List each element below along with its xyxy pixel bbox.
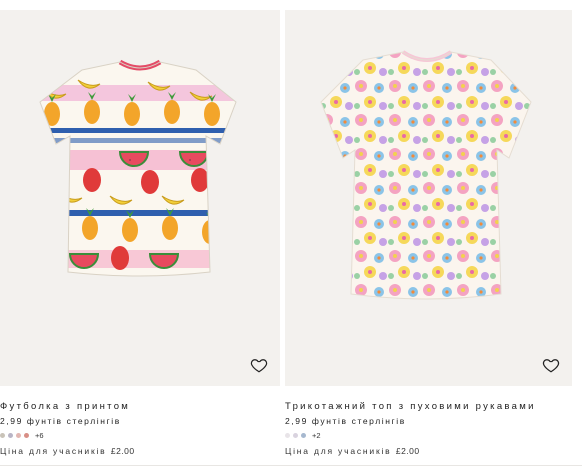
floral-top-image	[320, 50, 532, 300]
member-price-value: £2.00	[395, 446, 420, 456]
product-title[interactable]: Трикотажний топ з пуховими рукавами	[285, 401, 572, 412]
color-swatch[interactable]	[285, 433, 290, 438]
member-price: Ціна для учасників £2.00	[285, 446, 572, 456]
product-image-1[interactable]	[0, 10, 280, 386]
member-price-value: £2.00	[110, 446, 135, 456]
color-swatch[interactable]	[24, 433, 29, 438]
product-price: 2,99 фунтів стерлінгів	[0, 416, 121, 426]
product-card-2[interactable]: Трикотажний топ з пуховими рукавами 2,99…	[285, 10, 572, 456]
product-title[interactable]: Футболка з принтом	[0, 401, 280, 412]
color-swatch[interactable]	[301, 433, 306, 438]
product-image-2[interactable]	[285, 10, 572, 386]
color-swatch[interactable]	[0, 433, 5, 438]
member-price: Ціна для учасників £2.00	[0, 446, 280, 456]
product-price: 2,99 фунтів стерлінгів	[285, 416, 406, 426]
member-price-label: Ціна для учасників	[0, 446, 107, 456]
divider	[0, 465, 582, 466]
color-swatch[interactable]	[293, 433, 298, 438]
member-price-label: Ціна для учасників	[285, 446, 392, 456]
fruit-tshirt-image	[39, 59, 237, 277]
product-card-1[interactable]: Футболка з принтом 2,99 фунтів стерлінгі…	[0, 10, 280, 456]
color-swatches[interactable]: +6	[0, 431, 280, 440]
more-colors-count[interactable]: +6	[35, 431, 44, 440]
color-swatches[interactable]: +2	[285, 431, 572, 440]
favorite-heart-icon[interactable]	[250, 356, 268, 374]
favorite-heart-icon[interactable]	[542, 356, 560, 374]
more-colors-count[interactable]: +2	[312, 431, 321, 440]
color-swatch[interactable]	[8, 433, 13, 438]
color-swatch[interactable]	[16, 433, 21, 438]
